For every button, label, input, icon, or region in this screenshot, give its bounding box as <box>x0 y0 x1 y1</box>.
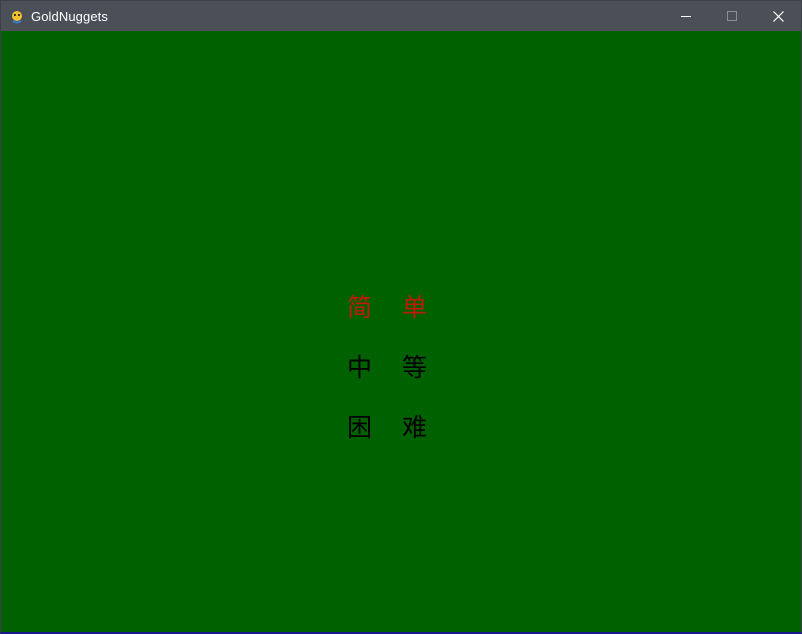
difficulty-easy-option[interactable]: 简单 <box>347 293 437 323</box>
close-button[interactable] <box>755 1 801 31</box>
close-icon <box>772 10 784 22</box>
minimize-icon <box>681 11 691 21</box>
maximize-button[interactable] <box>709 1 755 31</box>
pygame-snake-icon <box>10 9 24 24</box>
maximize-icon <box>727 11 737 21</box>
game-canvas[interactable]: 简单 中等 困难 <box>1 31 801 631</box>
difficulty-medium-option[interactable]: 中等 <box>347 353 437 383</box>
title-bar[interactable]: GoldNuggets <box>1 1 801 31</box>
app-window: GoldNuggets 简单 中等 困难 <box>0 0 802 634</box>
window-controls <box>663 1 801 31</box>
difficulty-hard-option[interactable]: 困难 <box>347 413 437 443</box>
minimize-button[interactable] <box>663 1 709 31</box>
window-title: GoldNuggets <box>31 8 108 24</box>
